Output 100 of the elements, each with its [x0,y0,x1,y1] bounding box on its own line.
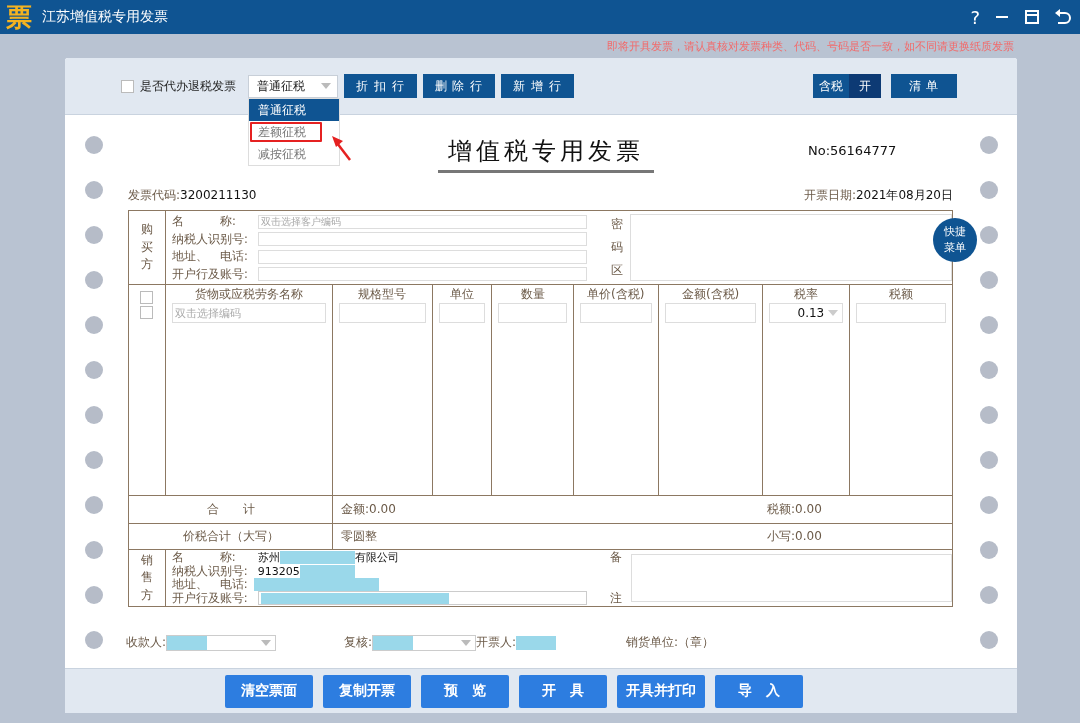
signature-select[interactable] [372,634,476,651]
refund-label: 是否代办退税发票 [140,77,236,95]
punch-hole [980,586,998,604]
action-button[interactable]: 复制开票 [323,674,411,708]
column-header: 单价(含税) [587,286,645,303]
punch-hole [980,181,998,199]
quick-menu-button[interactable]: 快捷菜单 [933,218,977,262]
punch-hole [980,496,998,514]
pointer-arrow [331,134,351,161]
input-field[interactable] [664,303,757,323]
tax-rate-select[interactable]: 0.13 [769,303,844,323]
punch-hole [85,541,103,559]
column-header: 单位 [450,286,475,303]
window-title: 江苏增值税专用发票 [42,8,168,26]
punch-hole [980,406,998,424]
dropdown-option[interactable]: 普通征税 [249,98,339,121]
punch-hole [85,316,103,334]
help-button[interactable]: ? [970,6,980,28]
field-label: 地址、 电话: [171,577,249,592]
caret-icon [461,639,471,646]
signature-label: 复核: [344,634,373,651]
caret-icon [261,639,272,646]
punch-hole [980,361,998,379]
buyer-label: 购买方 [140,221,153,274]
field-label: 纳税人识别号: [171,231,249,247]
input-field[interactable] [338,303,427,323]
toolbar-button[interactable]: 折 扣 行 [344,74,417,98]
maximize-icon[interactable] [1024,9,1040,25]
input-field[interactable]: 双击选择编码 [171,303,326,323]
action-button[interactable]: 预 览 [421,674,509,708]
column-header: 规格型号 [358,286,407,303]
punch-hole [85,361,103,379]
input-field[interactable] [498,303,567,323]
punch-hole [85,631,103,649]
grand-total-label: 价税合计（大写） [129,524,333,549]
signature-label: 收款人: [126,634,167,651]
input-field[interactable] [257,267,587,282]
punch-hole [980,631,998,649]
signature-label: 销货单位:（章） [626,634,715,651]
amount-in-words: 零圆整 [341,528,377,545]
total-amount: 金额:0.00 [341,501,396,518]
punch-hole [85,226,103,244]
field-label: 名 称: [171,214,237,230]
field-value: 有限公司 [354,550,399,566]
field-label: 开户行及账号: [171,266,249,282]
punch-hole [980,271,998,289]
punch-hole [980,451,998,469]
signature-select[interactable] [166,634,277,651]
refund-checkbox[interactable] [121,79,134,93]
field-label: 纳税人识别号: [171,563,249,578]
punch-hole [85,136,103,154]
invoice-code: 发票代码:3200211130 [128,187,257,204]
remarks-label: 备注 [610,549,623,607]
punch-hole [85,496,103,514]
back-icon[interactable] [1054,9,1072,25]
punch-hole [980,316,998,334]
row-checkbox[interactable] [140,306,154,319]
punch-hole [980,136,998,154]
input-field[interactable] [257,591,587,606]
punch-hole [85,271,103,289]
toolbar-button[interactable]: 删 除 行 [422,74,496,98]
column-header: 货物或应税劳务名称 [194,286,303,303]
input-field[interactable] [257,249,587,264]
input-field[interactable] [439,303,486,323]
punch-hole [85,181,103,199]
action-button[interactable]: 导 入 [715,674,803,708]
notice-text: 即将开具发票，请认真核对发票种类、代码、号码是否一致，如不同请更换纸质发票 [607,38,1014,54]
list-button[interactable]: 清 单 [891,74,957,98]
column-header: 金额(含税) [681,286,740,303]
row-checkbox[interactable] [140,291,154,304]
punch-hole [85,406,103,424]
field-label: 名 称: [171,550,237,565]
column-header: 税额 [889,286,914,303]
action-button[interactable]: 清空票面 [225,674,313,708]
punch-hole [980,541,998,559]
dropdown-option[interactable]: 减按征税 [249,142,339,165]
input-field[interactable] [579,303,652,323]
tax-mode-select[interactable]: 普通征税 [248,74,338,98]
signature-label: 开票人: [476,634,517,651]
column-header: 数量 [520,286,545,303]
action-button[interactable]: 开 具 [519,674,607,708]
field-value: 苏州 [257,550,280,566]
total-tax: 税额:0.00 [767,501,823,518]
total-label: 合 计 [129,496,333,523]
input-field[interactable]: 双击选择客户编码 [257,214,587,229]
invoice-date: 开票日期:2021年08月20日 [803,187,953,204]
caret-icon [321,83,331,89]
field-label: 地址、 电话: [171,249,249,265]
app-logo: 票 [6,2,32,32]
dropdown-option[interactable]: 差额征税 [249,120,323,143]
toolbar-button[interactable]: 新 增 行 [501,74,574,98]
punch-hole [980,226,998,244]
redaction-mark [167,635,208,650]
seller-label: 销售方 [140,551,153,604]
input-field[interactable] [257,232,587,247]
field-label: 开户行及账号: [171,590,249,606]
invoice-number: No:56164777 [808,143,897,158]
input-field[interactable] [856,303,946,323]
invoice-title: 增值税专用发票 [437,135,654,173]
action-button[interactable]: 开具并打印 [617,674,705,708]
